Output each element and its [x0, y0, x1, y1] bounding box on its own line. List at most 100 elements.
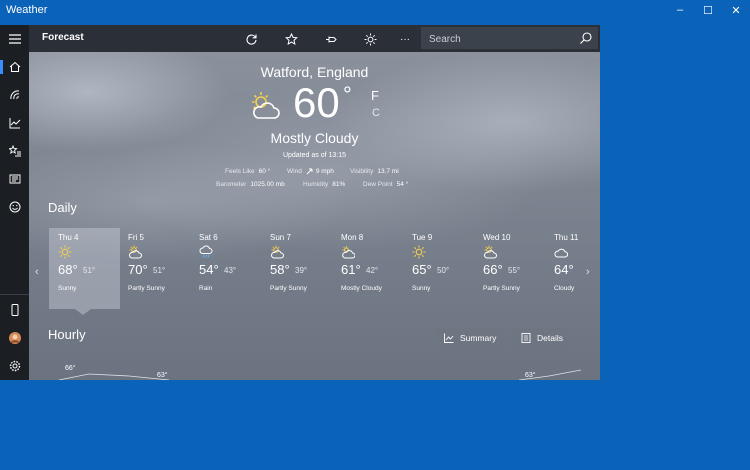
day-tile[interactable]: Thu 11 64° Cloudy — [545, 228, 600, 309]
day-high: 54° — [199, 262, 219, 277]
news-icon — [9, 174, 20, 184]
sidebar-item-settings[interactable] — [0, 352, 29, 380]
day-low: 42° — [366, 266, 379, 275]
unit-fahrenheit-toggle[interactable]: F — [371, 88, 379, 103]
current-temperature: 60 — [293, 79, 340, 126]
more-options-button[interactable]: ··· — [395, 30, 415, 48]
feels-like-label: Feels Like — [225, 168, 255, 175]
avatar — [8, 332, 21, 344]
partly-sunny-icon — [129, 245, 142, 259]
day-name: Fri 5 — [128, 233, 144, 242]
day-condition: Partly Sunny — [483, 285, 520, 292]
refresh-icon — [245, 34, 257, 45]
day-name: Tue 9 — [412, 233, 433, 242]
unit-celsius-toggle[interactable]: C — [372, 107, 380, 119]
minimize-button[interactable]: – — [665, 0, 695, 20]
dew-point: Dew Point 54 ° — [363, 181, 408, 188]
sidebar — [0, 25, 29, 380]
sidebar-item-maps[interactable] — [0, 81, 29, 109]
sidebar-item-forecast[interactable] — [0, 53, 29, 81]
maximize-button[interactable]: ☐ — [693, 0, 723, 20]
hamburger-menu-button[interactable] — [0, 25, 29, 53]
day-tile[interactable]: Sun 7 58° 39° Partly Sunny — [261, 228, 332, 309]
smiley-icon — [9, 201, 20, 213]
day-tile[interactable]: Thu 4 68° 51° Sunny — [49, 228, 120, 309]
partly-sunny-icon — [484, 245, 497, 259]
day-low: 55° — [508, 266, 521, 275]
day-high: 61° — [341, 262, 361, 277]
day-high: 68° — [58, 262, 78, 277]
day-low: 43° — [224, 266, 237, 275]
day-high: 66° — [483, 262, 503, 277]
weather-app: Forecast ··· Watford, England 60 ° F C M… — [0, 25, 600, 380]
pin-icon — [325, 36, 337, 42]
current-condition: Mostly Cloudy — [270, 130, 359, 146]
day-tile[interactable]: Fri 5 70° 51° Partly Sunny — [119, 228, 190, 309]
details-button[interactable]: Details — [513, 328, 570, 347]
sidebar-divider — [0, 294, 29, 295]
sidebar-item-account[interactable] — [0, 324, 29, 352]
mostly-cloudy-icon — [342, 246, 355, 259]
visibility-label: Visibility — [350, 168, 374, 175]
brightness-button[interactable] — [360, 30, 380, 48]
daily-heading: Daily — [48, 200, 77, 215]
wind-direction-icon — [306, 168, 313, 175]
sidebar-item-news[interactable] — [0, 165, 29, 193]
day-name: Thu 11 — [554, 233, 579, 242]
day-tile[interactable]: Mon 8 61° 42° Mostly Cloudy — [332, 228, 403, 309]
sun-icon — [58, 245, 72, 259]
day-name: Wed 10 — [483, 233, 511, 242]
sidebar-item-life[interactable] — [0, 193, 29, 221]
day-condition: Partly Sunny — [270, 285, 307, 292]
home-icon — [9, 61, 20, 72]
summary-button[interactable]: Summary — [436, 328, 503, 347]
search-input[interactable] — [427, 30, 576, 48]
degree-symbol: ° — [343, 82, 352, 107]
close-button[interactable]: ✕ — [721, 0, 750, 20]
daily-prev-button[interactable]: ‹ — [35, 266, 39, 278]
day-high: 58° — [270, 262, 290, 277]
sun-icon — [412, 245, 426, 259]
wind-label: Wind — [287, 168, 302, 176]
sidebar-item-historical[interactable] — [0, 109, 29, 137]
cloudy-icon — [554, 248, 568, 258]
day-low: 39° — [295, 266, 308, 275]
sidebar-item-device[interactable] — [0, 296, 29, 324]
refresh-button[interactable] — [241, 30, 261, 48]
dew-point-label: Dew Point — [363, 181, 393, 188]
sun-icon — [364, 33, 376, 45]
page-title: Forecast — [42, 32, 84, 43]
day-name: Thu 4 — [58, 233, 79, 242]
summary-label: Summary — [460, 332, 497, 343]
day-high: 65° — [412, 262, 432, 277]
search-box — [421, 27, 598, 49]
favorite-button[interactable] — [281, 30, 301, 48]
location-name: Watford, England — [260, 64, 369, 80]
wind-value: 9 mph — [315, 168, 334, 176]
star-list-icon — [8, 145, 21, 157]
dew-point-value: 54 ° — [396, 181, 409, 188]
day-tile[interactable]: Sat 6 54° 43° Rain — [190, 228, 261, 309]
updated-time: Updated as of 13:15 — [282, 152, 347, 159]
forecast-panel: Watford, England 60 ° F C Mostly Cloudy … — [29, 52, 600, 380]
day-low: 50° — [437, 266, 450, 275]
feels-like-value: 60 ° — [258, 168, 271, 175]
day-condition: Sunny — [412, 285, 431, 292]
phone-icon — [11, 304, 18, 316]
hourly-heading: Hourly — [48, 327, 86, 342]
visibility: Visibility 13.7 mi — [350, 168, 399, 175]
pin-button[interactable] — [321, 30, 341, 48]
sidebar-item-favorites[interactable] — [0, 137, 29, 165]
wind: Wind 9 mph — [287, 168, 334, 175]
day-low: 51° — [153, 266, 166, 275]
humidity: Humidity 81% — [303, 181, 345, 188]
hamburger-icon — [8, 34, 21, 44]
search-icon[interactable] — [579, 31, 593, 45]
day-low: 51° — [83, 266, 96, 275]
day-high: 64° — [554, 262, 574, 277]
day-tile[interactable]: Wed 10 66° 55° Partly Sunny — [474, 228, 545, 309]
rain-icon — [199, 245, 213, 258]
barometer-label: Barometer — [216, 181, 247, 188]
title-bar: Weather – ☐ ✕ — [0, 0, 750, 20]
day-tile[interactable]: Tue 9 65° 50° Sunny — [403, 228, 474, 309]
